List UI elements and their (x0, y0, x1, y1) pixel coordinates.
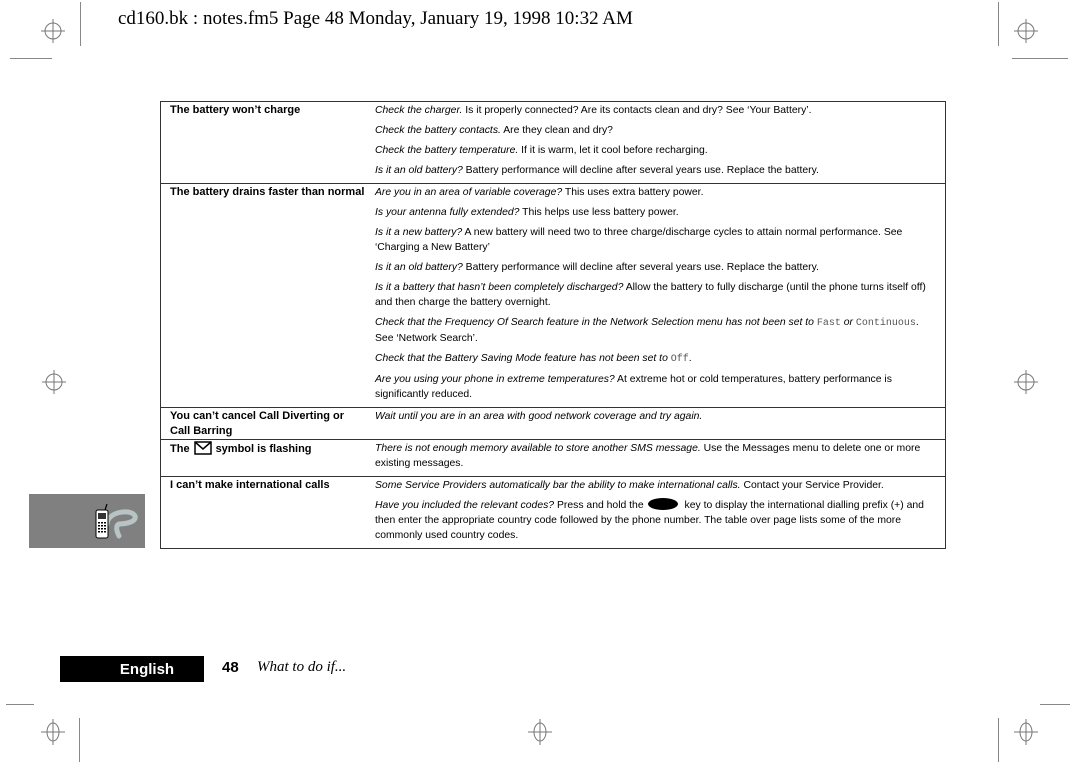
table-row: You can’t cancel Call Diverting or Call … (161, 407, 945, 439)
print-header: cd160.bk : notes.fm5 Page 48 Monday, Jan… (118, 8, 633, 29)
crop-mark (1012, 58, 1068, 59)
table-row: The symbol is flashing There is not enoug… (161, 439, 945, 476)
solution-item: Check the charger. Is it properly connec… (375, 103, 937, 118)
solution-lead: Have you included the relevant codes? (375, 500, 555, 511)
solution-item: Check the battery contacts. Are they cle… (375, 123, 937, 138)
crop-mark (80, 2, 81, 46)
solution-lead: There is not enough memory available to … (375, 443, 701, 454)
solution-item: Check the battery temperature. If it is … (375, 143, 937, 158)
solution-lead: Some Service Providers automatically bar… (375, 480, 741, 491)
solution-lead: Is it an old battery? (375, 262, 463, 273)
solution-lead: Wait until you are in an area with good … (375, 411, 703, 422)
solution-lead: Check the battery temperature. (375, 145, 519, 156)
table-row: The battery won’t charge Check the charg… (161, 102, 945, 183)
language-label: English (60, 656, 204, 682)
problem-text: The (170, 443, 190, 455)
solution-item: Wait until you are in an area with good … (375, 409, 937, 424)
problem-cell: I can’t make international calls (170, 479, 330, 491)
problem-text: symbol is flashing (215, 443, 312, 455)
solution-lead: Check the battery contacts. (375, 125, 501, 136)
registration-mark-icon (1013, 719, 1039, 745)
solutions-cell: Check the charger. Is it properly connec… (367, 102, 945, 183)
solution-lead: Check the charger. (375, 105, 463, 116)
crop-mark (6, 704, 34, 705)
solution-text: This uses extra battery power. (562, 187, 704, 198)
solution-text: Battery performance will decline after s… (462, 165, 819, 176)
problem-cell: The symbol is flashing (161, 440, 367, 476)
solutions-cell: Are you in an area of variable coverage?… (367, 184, 945, 407)
solution-item: Are you in an area of variable coverage?… (375, 185, 937, 200)
menu-value: Continuous (855, 318, 916, 329)
phone-question-icon (95, 503, 138, 539)
section-title: What to do if... (257, 659, 347, 675)
solution-item: Check that the Frequency Of Search featu… (375, 315, 937, 346)
solution-lead: Is it an old battery? (375, 165, 463, 176)
solution-lead: Is your antenna fully extended? (375, 207, 520, 218)
registration-mark-icon (1013, 18, 1039, 44)
menu-value: Fast (816, 318, 841, 329)
page-number: 48 (222, 659, 239, 676)
problem-cell: The battery drains faster than normal (170, 186, 365, 198)
table-row: The battery drains faster than normal Ar… (161, 183, 945, 407)
crop-mark (79, 718, 80, 762)
solution-lead: Is it a battery that hasn’t been complet… (375, 282, 624, 293)
solution-text: Press and hold the (554, 500, 644, 511)
solution-lead: Is it a new battery? (375, 227, 463, 238)
solution-item: Is it a battery that hasn’t been complet… (375, 280, 937, 310)
phone-key-icon (647, 498, 678, 510)
solution-item: Is it a new battery? A new battery will … (375, 225, 937, 255)
solution-text: Are they clean and dry? (500, 125, 613, 136)
registration-mark-icon (41, 369, 67, 395)
solution-item: Is it an old battery? Battery performanc… (375, 260, 937, 275)
solution-lead: Are you using your phone in extreme temp… (375, 374, 615, 385)
solution-text: . (688, 353, 692, 364)
solution-text: Battery performance will decline after s… (462, 262, 819, 273)
menu-value: Off (670, 354, 689, 365)
registration-mark-icon (527, 719, 553, 745)
solution-item: Have you included the relevant codes? Pr… (375, 498, 937, 543)
section-side-tab (29, 494, 145, 548)
crop-mark (998, 718, 999, 762)
solution-item: Some Service Providers automatically bar… (375, 478, 937, 493)
registration-mark-icon (40, 18, 66, 44)
solution-item: Check that the Battery Saving Mode featu… (375, 351, 937, 367)
solution-text: Is it properly connected? Are its contac… (462, 105, 812, 116)
solution-item: Is it an old battery? Battery performanc… (375, 163, 937, 178)
solution-lead: Are you in an area of variable coverage? (375, 187, 563, 198)
solution-item: Is your antenna fully extended? This hel… (375, 205, 937, 220)
solution-text: Contact your Service Provider. (740, 480, 884, 491)
solutions-cell: Wait until you are in an area with good … (367, 408, 945, 439)
problem-cell: You can’t cancel Call Diverting or Call … (170, 410, 345, 437)
crop-mark (998, 2, 999, 46)
solution-lead: Check that the Frequency Of Search featu… (375, 317, 814, 328)
solution-item: There is not enough memory available to … (375, 441, 937, 471)
solution-item: Are you using your phone in extreme temp… (375, 372, 937, 402)
solution-lead: Check that the Battery Saving Mode featu… (375, 353, 668, 364)
table-row: I can’t make international calls Some Se… (161, 476, 945, 548)
solutions-cell: There is not enough memory available to … (367, 440, 945, 476)
crop-mark (10, 58, 52, 59)
solutions-cell: Some Service Providers automatically bar… (367, 477, 945, 548)
solution-lead: or (840, 317, 856, 328)
envelope-icon (193, 441, 212, 455)
crop-mark (1040, 704, 1070, 705)
solution-text: If it is warm, let it cool before rechar… (518, 145, 708, 156)
troubleshooting-table: The battery won’t charge Check the charg… (160, 101, 946, 549)
registration-mark-icon (1013, 369, 1039, 395)
problem-cell: The battery won’t charge (170, 104, 301, 116)
registration-mark-icon (40, 719, 66, 745)
solution-text: This helps use less battery power. (519, 207, 679, 218)
